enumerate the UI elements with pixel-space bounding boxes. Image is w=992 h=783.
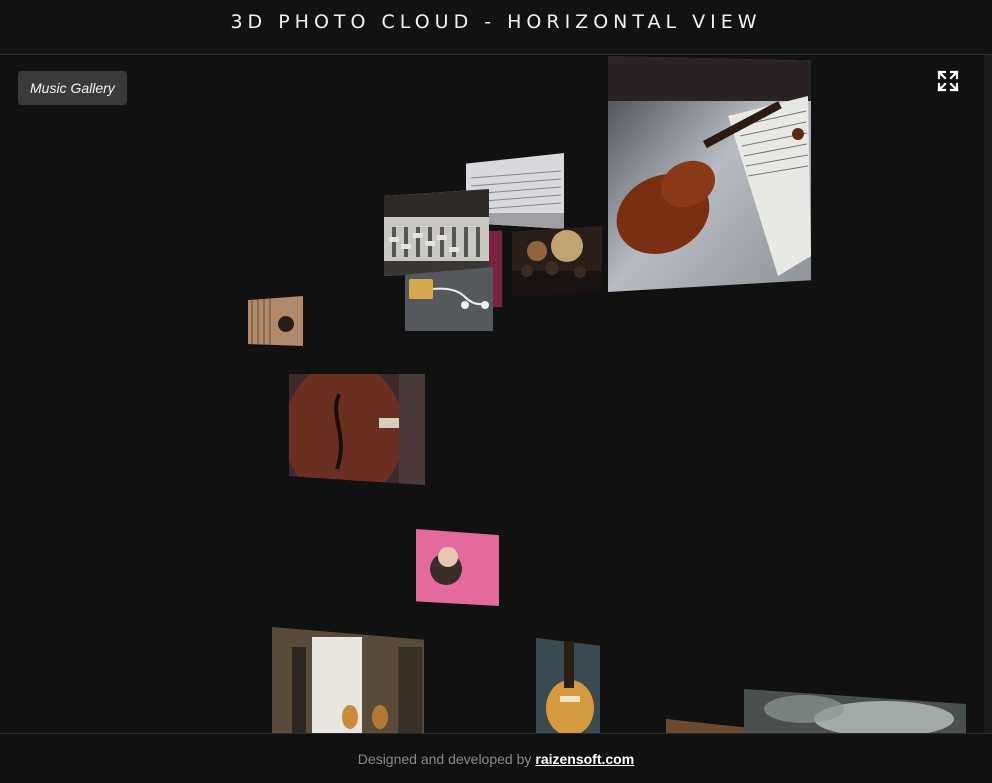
photo-headphones-portrait[interactable]: [416, 529, 499, 606]
scrollbar-track[interactable]: [984, 55, 992, 733]
photo-electric-guitar[interactable]: [536, 638, 600, 733]
photo-bottom-sliver[interactable]: [666, 719, 744, 733]
photo-concert[interactable]: [512, 226, 602, 296]
footer-credit-link[interactable]: raizensoft.com: [535, 751, 634, 767]
photo-records[interactable]: [248, 296, 303, 346]
page-footer: Designed and developed by raizensoft.com: [0, 733, 992, 783]
expand-icon: [937, 70, 959, 92]
photo-piano-smoke[interactable]: [744, 689, 966, 733]
photo-cello[interactable]: [289, 374, 425, 485]
page-header: 3D PHOTO CLOUD - HORIZONTAL VIEW: [0, 0, 992, 55]
gallery-select-button[interactable]: Music Gallery: [18, 71, 127, 105]
photo-guitar-room[interactable]: [272, 627, 424, 733]
page-title: 3D PHOTO CLOUD - HORIZONTAL VIEW: [230, 11, 762, 33]
footer-credit-text: Designed and developed by: [357, 750, 532, 767]
photo-violin[interactable]: [608, 56, 811, 292]
fullscreen-button[interactable]: [936, 69, 960, 93]
photo-mixing-console[interactable]: [384, 189, 489, 276]
photo-cloud-stage[interactable]: Music Gallery: [0, 55, 984, 733]
photo-earphones[interactable]: [405, 267, 493, 331]
